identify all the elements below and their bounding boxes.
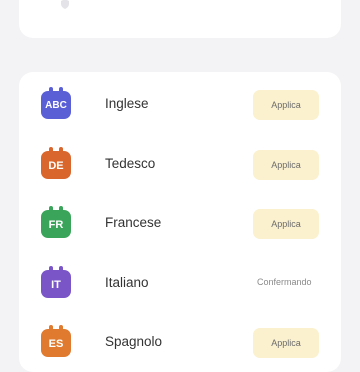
- language-badge-es: ES: [41, 325, 71, 357]
- language-badge-fr: FR: [41, 206, 71, 238]
- language-name: Francese: [105, 215, 162, 230]
- language-badge-it: IT: [41, 266, 71, 298]
- language-badge-de: DE: [41, 147, 71, 179]
- shield-icon: [61, 0, 69, 9]
- language-name: Spagnolo: [105, 334, 163, 349]
- language-badge-en: ABC: [41, 87, 71, 119]
- language-row-es: ES Spagnolo Applica: [19, 323, 341, 363]
- apply-button[interactable]: Applica: [253, 90, 319, 120]
- top-card: [19, 0, 341, 38]
- language-name: Italiano: [105, 275, 149, 290]
- apply-button[interactable]: Applica: [253, 209, 319, 239]
- apply-button[interactable]: Applica: [253, 328, 319, 358]
- language-name: Inglese: [105, 96, 149, 111]
- language-name: Tedesco: [105, 156, 156, 171]
- language-list: ABC Inglese Applica DE Tedesco Applica F…: [19, 72, 341, 372]
- confirming-status: Confermando: [257, 277, 312, 287]
- language-row-it: IT Italiano Confermando: [19, 264, 341, 304]
- language-row-de: DE Tedesco Applica: [19, 145, 341, 185]
- language-row-fr: FR Francese Applica: [19, 204, 341, 244]
- language-row-en: ABC Inglese Applica: [19, 85, 341, 125]
- apply-button[interactable]: Applica: [253, 150, 319, 180]
